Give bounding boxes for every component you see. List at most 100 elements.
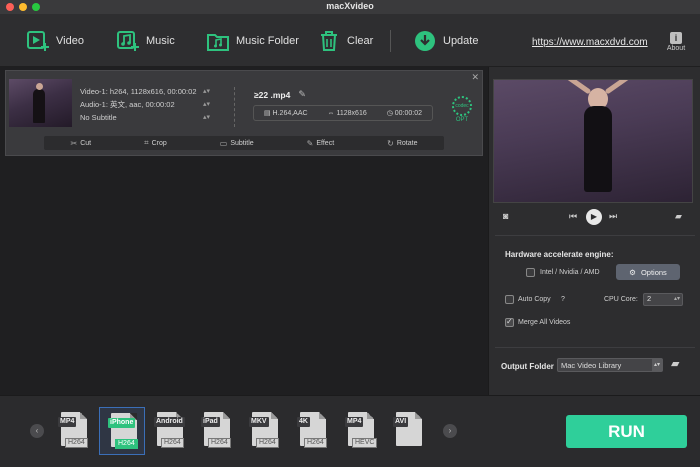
subtitle-icon: ▭ (219, 138, 228, 148)
rotate-button[interactable]: ↻ Rotate (387, 139, 417, 148)
remove-task-button[interactable]: ✕ (471, 72, 479, 83)
codec-label: H264 (208, 438, 231, 448)
skip-back-icon[interactable]: ⏮ (569, 211, 577, 222)
add-video-button[interactable]: Video (26, 26, 84, 56)
add-music-folder-button[interactable]: Music Folder (206, 26, 299, 56)
output-folder-value: Mac Video Library (561, 361, 622, 370)
browse-folder-icon[interactable]: ▰ (671, 357, 679, 370)
toolbar-divider (390, 30, 391, 52)
video-preview[interactable] (493, 79, 693, 203)
rotate-icon: ↻ (387, 138, 394, 148)
format-mkv-h264[interactable]: MKV H264 (241, 407, 287, 455)
trash-icon (321, 31, 337, 51)
format-mp4-h264[interactable]: MP4 H264 (50, 407, 96, 455)
hw-accel-title: Hardware accelerate engine: (505, 250, 614, 259)
merge-all-videos-label: Merge All Videos (518, 319, 571, 326)
clear-button[interactable]: Clear (317, 26, 373, 56)
options-button[interactable]: ⚙ Options (616, 264, 680, 280)
add-music-button[interactable]: Music (116, 26, 175, 56)
clear-label: Clear (347, 35, 374, 47)
format-label: MKV (249, 417, 269, 427)
resize-icon: ⇔ (327, 109, 337, 117)
formats-next-button[interactable]: › (443, 424, 457, 438)
cut-button[interactable]: ✂ Cut (70, 139, 91, 148)
chevron-updown-icon: ▴▾ (652, 359, 662, 371)
toolbar: Video Music Music Folder Clear Update ht… (0, 14, 700, 67)
codec-options-button[interactable]: codec OPT (451, 96, 473, 123)
task-item[interactable]: ✕ Video-1: h264, 1128x616, 00:00:02 ▴▾ A… (5, 70, 483, 156)
opt-label: OPT (455, 117, 469, 123)
output-filename: ≥22 .mp4 ✎ (254, 89, 306, 100)
side-panel: ◙ ⏮ ▶ ⏭ ▰ Hardware accelerate engine: In… (488, 67, 700, 395)
video-track-select[interactable]: Video-1: h264, 1128x616, 00:00:02 ▴▾ (80, 85, 210, 98)
subtitle-text: No Subtitle (80, 113, 117, 122)
update-label: Update (443, 35, 479, 47)
audio-track-select[interactable]: Audio-1: 英文, aac, 00:00:02 ▴▾ (80, 98, 210, 111)
info-icon: i (670, 32, 682, 44)
divider (234, 87, 235, 127)
about-label: About (666, 45, 686, 52)
crop-button[interactable]: ⌗ Crop (144, 138, 167, 148)
intel-nvidia-amd-label: Intel / Nvidia / AMD (540, 269, 600, 276)
download-icon (415, 31, 435, 51)
crop-icon: ⌗ (144, 138, 149, 147)
format-android-h264[interactable]: Android H264 (146, 407, 192, 455)
wand-icon: ✎ (306, 138, 314, 148)
subtitle-select[interactable]: No Subtitle ▴▾ (80, 111, 210, 124)
output-folder-select[interactable]: Mac Video Library ▴▾ (557, 358, 663, 372)
video-label: Video (56, 35, 84, 47)
format-iphone-h264[interactable]: iPhone H264 (99, 407, 145, 455)
output-filename-text: ≥22 .mp4 (254, 89, 291, 100)
resolution-spec: ⇔ 1128x616 (327, 109, 367, 117)
updown-icon: ▴▾ (202, 101, 210, 108)
website-link[interactable]: https://www.macxdvd.com (532, 37, 648, 48)
chevron-updown-icon: ▴▾ (673, 296, 680, 302)
cut-label: Cut (80, 139, 92, 147)
video-thumbnail (9, 79, 72, 127)
player-controls: ◙ ⏮ ▶ ⏭ ▰ (489, 207, 700, 229)
codec-label: H264 (65, 438, 88, 448)
music-label: Music (146, 35, 175, 47)
cpu-core-label: CPU Core: (604, 296, 638, 303)
auto-copy-checkbox[interactable] (505, 295, 514, 304)
play-icon[interactable]: ▶ (586, 209, 602, 225)
options-label: Options (640, 267, 667, 277)
auto-copy-help-icon[interactable]: ? (561, 296, 565, 303)
codec-label: H264 (115, 439, 138, 449)
effect-button[interactable]: ✎ Effect (307, 139, 334, 148)
format-avi-default[interactable]: AVI (385, 407, 431, 455)
about-button[interactable]: i About (664, 32, 688, 52)
intel-nvidia-amd-checkbox[interactable] (526, 268, 535, 277)
title-bar: macXvideo (0, 0, 700, 14)
codec-gear-icon: codec (452, 96, 472, 116)
crop-label: Crop (151, 139, 167, 147)
subtitle-button[interactable]: ▭ Subtitle (220, 139, 254, 148)
codec-label: H264 (161, 438, 184, 448)
music-folder-icon (207, 34, 229, 51)
folder-open-icon[interactable]: ▰ (675, 211, 682, 222)
formats-prev-button[interactable]: ‹ (30, 424, 44, 438)
merge-all-videos-checkbox[interactable] (505, 317, 514, 327)
auto-copy-label: Auto Copy (518, 296, 551, 303)
camera-icon[interactable]: ◙ (503, 211, 508, 221)
audio-track-text: Audio-1: 英文, aac, 00:00:02 (80, 100, 175, 109)
run-button[interactable]: RUN (566, 415, 687, 448)
update-button[interactable]: Update (413, 26, 478, 56)
cpu-core-select[interactable]: 2 ▴▾ (643, 293, 683, 306)
rename-pencil-icon[interactable]: ✎ (298, 89, 306, 100)
format-4k-h264[interactable]: 4K H264 (289, 407, 335, 455)
skip-forward-icon[interactable]: ⏭ (609, 211, 617, 222)
subtitle-label: Subtitle (230, 139, 254, 147)
settings-panel: Hardware accelerate engine: Intel / Nvid… (495, 235, 695, 335)
format-mp4-hevc[interactable]: MP4 HEVC (337, 407, 383, 455)
format-label: iPhone (108, 418, 136, 428)
music-folder-label: Music Folder (236, 35, 299, 47)
format-ipad-h264[interactable]: iPad H264 (193, 407, 239, 455)
gear-icon: ⚙ (629, 267, 636, 277)
format-label: MP4 (58, 417, 77, 427)
format-label: 4K (297, 417, 310, 427)
format-bar: ‹ MP4 H264 iPhone H264 Android H264 iPad H264 MK… (0, 395, 700, 467)
format-label: AVI (393, 417, 409, 427)
cpu-core-value: 2 (647, 294, 652, 303)
effect-label: Effect (316, 139, 335, 147)
